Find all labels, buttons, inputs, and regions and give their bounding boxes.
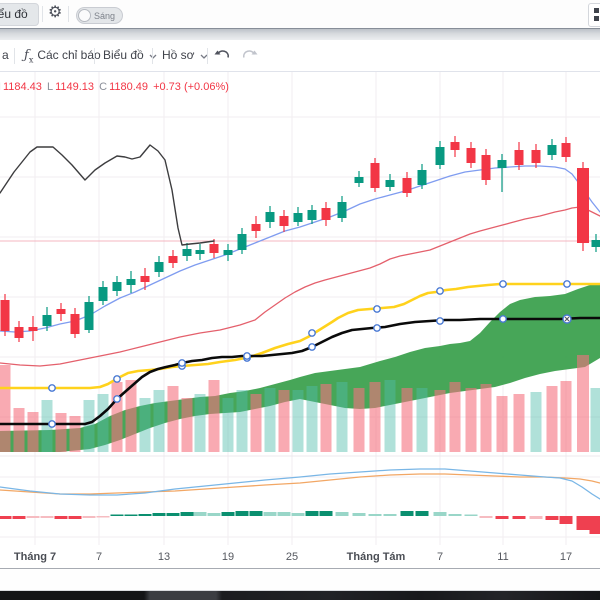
high-label: H — [0, 81, 1, 93]
window-chrome-band — [0, 28, 600, 40]
app-window: Biểu đồ ⚙ Sáng a ƒxCác chỉ báo Biểu đồ H… — [0, 0, 600, 600]
gear-icon[interactable]: ⚙ — [48, 2, 62, 22]
x-axis-label: 7 — [95, 551, 103, 563]
truncated-label: a — [2, 48, 9, 62]
separator — [207, 48, 208, 64]
close-value: 1180.49 — [109, 81, 149, 93]
separator — [152, 48, 153, 64]
chart-mode-button[interactable]: Biểu đồ — [0, 3, 39, 26]
indicators-button[interactable]: ƒx Các chỉ báo — [24, 40, 101, 71]
close-label: C — [99, 81, 108, 93]
x-axis-label: 25 — [285, 551, 299, 563]
theme-toggle[interactable]: Sáng — [76, 7, 124, 24]
chart-pane: H1184.43 L1149.13 C1180.49 +0.73 (+0.06%… — [0, 72, 600, 545]
profile-menu-label: Hồ sơ — [162, 48, 195, 62]
chart-canvas[interactable] — [0, 72, 600, 545]
x-axis-label: 7 — [436, 551, 444, 563]
chart-toolbar: a ƒx Các chỉ báo Biểu đồ Hồ sơ — [0, 40, 600, 72]
toggle-knob-icon — [78, 9, 91, 22]
background-window-edge — [0, 590, 600, 600]
x-axis-label: 13 — [157, 551, 171, 563]
time-axis[interactable]: Tháng 7 7 13 19 25 Tháng Tám 7 11 17 — [0, 545, 600, 569]
top-toolbar: Biểu đồ ⚙ Sáng — [0, 0, 600, 28]
high-value: 1184.43 — [2, 81, 42, 93]
fx-icon: ƒx — [24, 48, 34, 65]
bottom-margin — [0, 569, 600, 590]
low-label: L — [46, 81, 54, 93]
indicators-label: Các chỉ báo — [37, 48, 101, 62]
x-axis-label: 11 — [497, 551, 509, 563]
separator — [94, 48, 95, 64]
separator — [42, 6, 43, 22]
x-axis-label: Tháng Tám — [346, 551, 406, 563]
chart-menu-label: Biểu đồ — [103, 48, 144, 62]
x-axis-label: 17 — [559, 551, 573, 563]
layout-grid-icon — [594, 8, 600, 21]
change-value: +0.73 (+0.06%) — [153, 81, 229, 93]
profile-menu[interactable]: Hồ sơ — [162, 40, 208, 71]
undo-button[interactable] — [214, 48, 232, 64]
undo-icon — [214, 50, 229, 58]
redo-icon — [243, 50, 258, 58]
separator — [14, 48, 15, 64]
redo-button[interactable] — [240, 48, 258, 64]
layout-button[interactable] — [588, 3, 600, 27]
x-axis-label: Tháng 7 — [13, 551, 57, 563]
x-axis-label: 19 — [221, 551, 235, 563]
separator — [68, 6, 69, 22]
ohlc-legend: H1184.43 L1149.13 C1180.49 +0.73 (+0.06%… — [0, 81, 231, 93]
low-value: 1149.13 — [55, 81, 95, 93]
chart-menu[interactable]: Biểu đồ — [103, 40, 157, 71]
theme-toggle-label: Sáng — [94, 10, 116, 21]
